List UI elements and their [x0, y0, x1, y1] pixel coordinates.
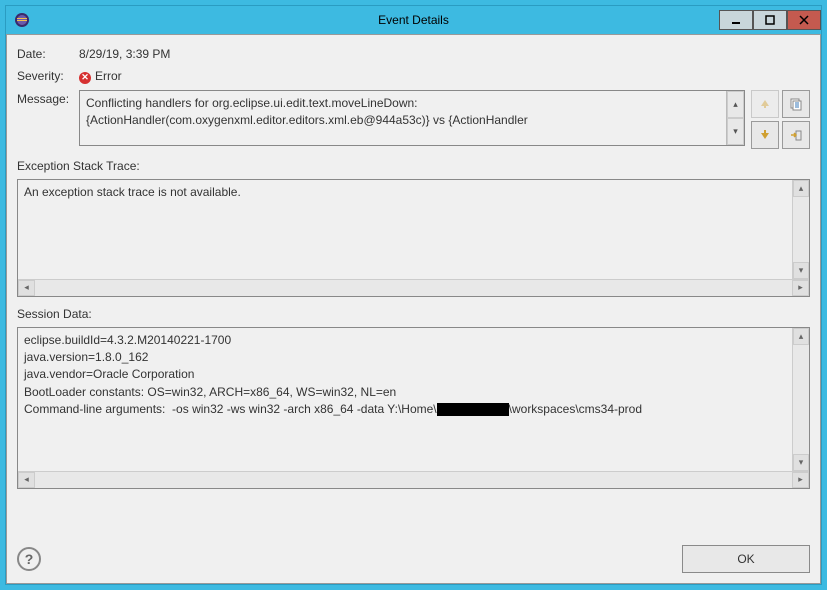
- help-button[interactable]: ?: [17, 547, 41, 571]
- date-value: 8/29/19, 3:39 PM: [79, 45, 170, 61]
- window-controls: [719, 10, 821, 30]
- titlebar[interactable]: Event Details: [6, 6, 821, 34]
- dialog-footer: ? OK: [17, 537, 810, 573]
- stack-trace-box: An exception stack trace is not availabl…: [17, 179, 810, 297]
- scroll-left-icon[interactable]: ◂: [18, 472, 35, 488]
- date-label: Date:: [17, 45, 73, 61]
- session-data-text[interactable]: eclipse.buildId=4.3.2.M20140221-1700java…: [18, 328, 792, 471]
- event-details-window: Event Details Date: 8/29/19, 3:39 PM Sev…: [5, 5, 822, 585]
- scroll-down-icon[interactable]: ▾: [793, 262, 809, 279]
- stack-trace-label: Exception Stack Trace:: [17, 159, 810, 173]
- stack-trace-text[interactable]: An exception stack trace is not availabl…: [18, 180, 792, 279]
- stack-vscroll[interactable]: ▴ ▾: [792, 180, 809, 279]
- copy-button[interactable]: [782, 90, 810, 118]
- message-spinner: ▴ ▾: [726, 91, 744, 145]
- severity-label: Severity:: [17, 67, 73, 83]
- session-hscroll[interactable]: ◂ ▸: [18, 471, 809, 488]
- scroll-left-icon[interactable]: ◂: [18, 280, 35, 296]
- ok-button[interactable]: OK: [682, 545, 810, 573]
- nav-buttons: [751, 90, 810, 149]
- copy-icon: [789, 97, 803, 111]
- session-data-label: Session Data:: [17, 307, 810, 321]
- eclipse-icon: [14, 12, 30, 28]
- arrow-down-icon: [758, 128, 772, 142]
- error-icon: ✕: [79, 72, 91, 84]
- spinner-up-icon[interactable]: ▴: [727, 91, 744, 118]
- message-text[interactable]: Conflicting handlers for org.eclipse.ui.…: [80, 91, 726, 145]
- severity-value: ✕Error: [79, 67, 122, 84]
- next-event-button[interactable]: [751, 121, 779, 149]
- scroll-right-icon[interactable]: ▸: [792, 472, 809, 488]
- redacted-text: [437, 403, 509, 416]
- scroll-down-icon[interactable]: ▾: [793, 454, 809, 471]
- scroll-up-icon[interactable]: ▴: [793, 328, 809, 345]
- minimize-button[interactable]: [719, 10, 753, 30]
- arrow-up-icon: [758, 97, 772, 111]
- stack-hscroll[interactable]: ◂ ▸: [18, 279, 809, 296]
- session-vscroll[interactable]: ▴ ▾: [792, 328, 809, 471]
- window-title: Event Details: [6, 13, 821, 27]
- show-details-button[interactable]: [782, 121, 810, 149]
- close-button[interactable]: [787, 10, 821, 30]
- scroll-right-icon[interactable]: ▸: [792, 280, 809, 296]
- scroll-up-icon[interactable]: ▴: [793, 180, 809, 197]
- maximize-button[interactable]: [753, 10, 787, 30]
- message-label: Message:: [17, 90, 73, 149]
- spinner-down-icon[interactable]: ▾: [727, 118, 744, 145]
- dialog-content: Date: 8/29/19, 3:39 PM Severity: ✕Error …: [6, 34, 821, 584]
- arrow-into-icon: [789, 128, 803, 142]
- previous-event-button: [751, 90, 779, 118]
- message-box: Conflicting handlers for org.eclipse.ui.…: [79, 90, 745, 146]
- session-data-box: eclipse.buildId=4.3.2.M20140221-1700java…: [17, 327, 810, 489]
- help-icon: ?: [25, 551, 34, 567]
